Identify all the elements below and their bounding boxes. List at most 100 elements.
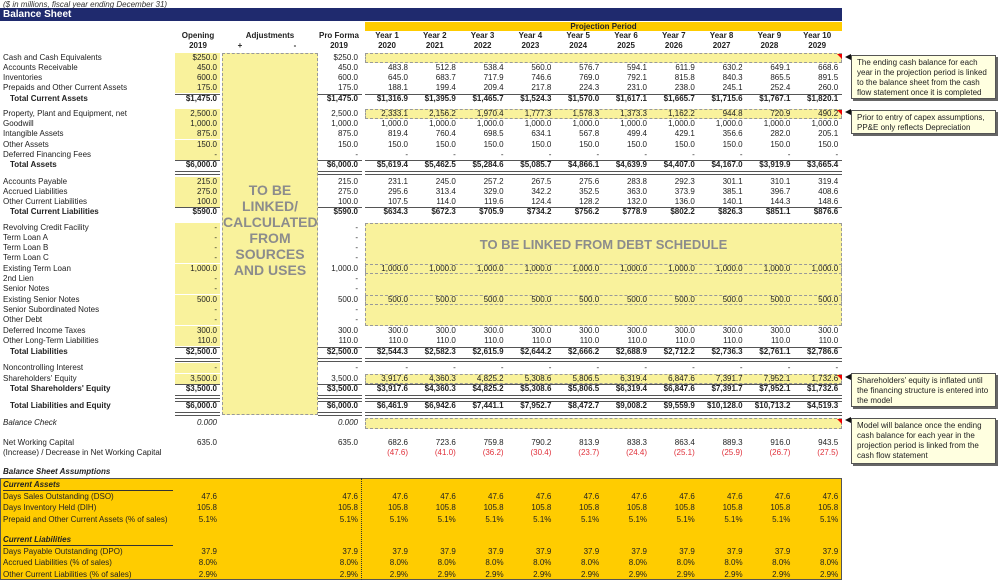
opening-value[interactable]: 875.0	[175, 129, 220, 139]
year-value: 500.0	[579, 295, 600, 304]
year-value: 769.0	[579, 73, 600, 82]
year-value: $4,866.1	[568, 160, 600, 169]
opening-value[interactable]: $3,500.0	[175, 384, 220, 394]
opening-value[interactable]: $2,500.0	[175, 347, 220, 357]
opening-value[interactable]: -	[175, 150, 220, 160]
year-value: 408.6	[818, 187, 839, 196]
opening-value[interactable]: 1,000.0	[175, 119, 220, 129]
year-value	[505, 53, 551, 63]
assumptions-section-title: Current Assets	[3, 480, 173, 491]
table-row: Deferred Income Taxes 300.0 300.0 300.0 300.…	[0, 326, 842, 336]
opening-value[interactable]: -	[175, 243, 220, 253]
opening-year: 2019	[189, 41, 207, 50]
opening-value[interactable]: 450.0	[175, 63, 220, 73]
opening-value[interactable]: $590.0	[175, 207, 220, 217]
table-row: Senior Subordinated Notes - -	[0, 305, 842, 315]
opening-value[interactable]: 1,000.0	[175, 264, 220, 274]
year-value: 512.8	[435, 63, 456, 72]
opening-value[interactable]: -	[175, 363, 220, 373]
year-value: 105.8	[818, 503, 839, 513]
year-value: 150.0	[722, 140, 743, 149]
year-value: 7,391.7	[715, 374, 743, 383]
opening-value[interactable]: -	[175, 274, 220, 284]
proforma-value: 635.0	[337, 438, 358, 447]
proforma-value: -	[355, 243, 358, 252]
year-value	[792, 223, 838, 233]
opening-value[interactable]: 0.000	[175, 418, 220, 428]
year-value: 8.0%	[533, 558, 552, 568]
opening-value[interactable]: $6,000.0	[175, 160, 220, 170]
year-value	[697, 253, 743, 263]
opening-value[interactable]: 175.0	[175, 83, 220, 93]
year-value: 150.0	[770, 140, 791, 149]
total-rule	[175, 401, 220, 402]
opening-value[interactable]: 100.0	[175, 197, 220, 207]
opening-value[interactable]: 635.0	[175, 438, 220, 448]
table-row: Total Liabilities $2,500.0 $2,500.0 $2,544.…	[0, 347, 842, 357]
year-value: $2,786.6	[807, 347, 839, 356]
year-value: 37.9	[727, 547, 743, 556]
year-value: 342.2	[531, 187, 552, 196]
opening-value[interactable]: 150.0	[175, 140, 220, 150]
row-label: Accrued Liabilities	[3, 187, 68, 196]
opening-value[interactable]: -	[175, 253, 220, 263]
opening-value[interactable]: 500.0	[175, 295, 220, 305]
total-rule	[365, 384, 842, 385]
opening-value[interactable]: -	[175, 315, 220, 325]
year-value: 245.0	[435, 177, 456, 186]
opening-value[interactable]: 300.0	[175, 326, 220, 336]
proforma-value: -	[355, 315, 358, 324]
year-value: 1,000.0	[524, 264, 552, 273]
year-value: $5,284.6	[472, 160, 504, 169]
year-value: 105.8	[626, 503, 647, 513]
total-rule	[365, 160, 842, 161]
year-value: 252.4	[770, 83, 791, 92]
year-value: $1,570.0	[568, 94, 600, 103]
opening-value[interactable]: 600.0	[175, 73, 220, 83]
year-value: 8.0%	[819, 558, 839, 568]
proforma-value: 150.0	[337, 140, 358, 149]
year-value: 863.4	[674, 438, 695, 447]
year-value: 815.8	[674, 73, 695, 82]
opening-value[interactable]: $1,475.0	[175, 94, 220, 104]
year-value: 5.1%	[724, 514, 743, 524]
opening-value[interactable]: 8.0%	[175, 558, 220, 568]
row-label: Total Assets	[10, 160, 57, 169]
year-value	[601, 284, 647, 294]
year-value: 1,000.0	[811, 264, 839, 273]
note-arrow-icon	[845, 417, 851, 423]
opening-value[interactable]: 275.0	[175, 187, 220, 197]
opening-value[interactable]: 110.0	[175, 336, 220, 346]
year-value	[649, 223, 695, 233]
opening-value[interactable]: 215.0	[175, 177, 220, 187]
opening-value[interactable]: -	[175, 284, 220, 294]
opening-value[interactable]: -	[175, 223, 220, 233]
comment-marker-icon	[837, 110, 842, 115]
opening-value[interactable]: -	[175, 233, 220, 243]
year-value: 105.8	[483, 503, 504, 513]
opening-value[interactable]: 2,500.0	[175, 109, 220, 119]
year-value: 150.0	[818, 140, 839, 149]
year-value: $734.2	[526, 207, 552, 216]
row-label: Term Loan A	[3, 233, 48, 242]
opening-value[interactable]: 47.6	[175, 492, 220, 502]
opening-value[interactable]: -	[175, 305, 220, 315]
opening-value[interactable]: 105.8	[175, 503, 220, 513]
year-value	[697, 274, 743, 284]
opening-value[interactable]	[175, 448, 220, 458]
year-value: 2.9%	[628, 569, 647, 579]
year-value: 144.3	[770, 197, 791, 206]
year-value	[649, 418, 695, 428]
year-value: 594.1	[626, 63, 647, 72]
year-value: 500.0	[531, 295, 552, 304]
proforma-value: -	[355, 223, 358, 232]
row-label: Prepaid and Other Current Assets (% of s…	[3, 514, 168, 524]
opening-value[interactable]: 5.1%	[175, 515, 220, 525]
opening-value[interactable]: $6,000.0	[175, 401, 220, 411]
opening-value[interactable]: 3,500.0	[175, 374, 220, 384]
opening-value[interactable]: 37.9	[175, 547, 220, 557]
year-value: 295.6	[387, 187, 408, 196]
opening-value[interactable]: 2.9%	[175, 570, 220, 580]
year-value: 37.9	[535, 547, 552, 556]
opening-value[interactable]: $250.0	[175, 53, 220, 63]
